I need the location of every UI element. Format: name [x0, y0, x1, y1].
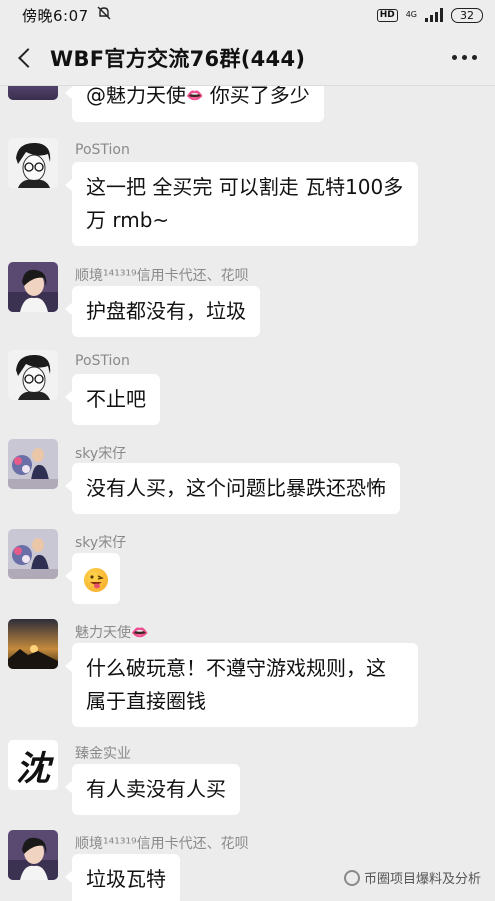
message-text: 这一把 全买完 可以割走 瓦特100多万 rmb~: [86, 175, 404, 232]
message-bubble[interactable]: 不止吧: [65, 374, 160, 425]
message-text: 什么破玩意！不遵守游戏规则，这属于直接圈钱: [86, 656, 386, 713]
message-text: 护盘都没有，垃圾: [86, 299, 246, 323]
chat-header: WBF官方交流76群(444): [0, 30, 495, 86]
avatar[interactable]: [8, 262, 58, 312]
battery-icon: 32: [451, 7, 483, 23]
watermark: 币圈项目爆料及分析: [343, 868, 481, 887]
status-bar: 傍晚6:07 HD 4G 32: [0, 0, 495, 30]
sender-name: 臻金实业: [75, 746, 131, 762]
message-text: @魅力天使: [86, 86, 186, 107]
message-bubble[interactable]: 有人卖没有人买: [65, 764, 240, 815]
message-bubble[interactable]: 护盘都没有，垃圾: [65, 286, 260, 337]
sender-name: 顺境¹⁴¹³¹⁹信用卡代还、花呗: [75, 836, 249, 852]
message-text-suffix: 你买了多少: [203, 86, 310, 107]
message-bubble[interactable]: @魅力天使👄 你买了多少: [65, 86, 324, 122]
avatar[interactable]: [8, 138, 58, 188]
message-bubble[interactable]: [65, 553, 120, 604]
kiss-lips-icon: 👄: [186, 88, 204, 104]
avatar-glyph: 沈: [16, 748, 50, 789]
message-text: 垃圾瓦特: [86, 867, 166, 891]
sender-name: sky宋仔: [75, 535, 127, 551]
status-time: 傍晚6:07: [22, 6, 89, 25]
avatar[interactable]: [8, 830, 58, 880]
message-text: 没有人买，这个问题比暴跌还恐怖: [86, 476, 386, 500]
avatar[interactable]: [8, 86, 58, 100]
avatar[interactable]: [8, 439, 58, 489]
avatar[interactable]: [8, 350, 58, 400]
avatar[interactable]: [8, 529, 58, 579]
avatar[interactable]: [8, 619, 58, 669]
sender-name-text: 魅力天使: [75, 625, 131, 641]
message-bubble[interactable]: 这一把 全买完 可以割走 瓦特100多万 rmb~: [65, 162, 418, 246]
avatar[interactable]: 沈: [8, 740, 58, 790]
kiss-lips-icon: 👄: [131, 625, 149, 641]
network-label: 4G: [405, 10, 417, 19]
hd-badge: HD: [376, 8, 398, 22]
message-bubble[interactable]: 垃圾瓦特: [65, 854, 180, 901]
signal-icon: [425, 8, 443, 22]
back-arrow-icon[interactable]: [14, 47, 36, 69]
watermark-text: 币圈项目爆料及分析: [363, 872, 481, 887]
sender-name: sky宋仔: [75, 446, 127, 462]
chat-title: WBF官方交流76群(444): [50, 46, 306, 71]
message-text: 不止吧: [86, 387, 146, 411]
sender-name: PoSTion: [75, 142, 130, 158]
sender-name: PoSTion: [75, 353, 130, 369]
message-bubble[interactable]: 什么破玩意！不遵守游戏规则，这属于直接圈钱: [65, 643, 418, 727]
message-text: 有人卖没有人买: [86, 777, 226, 801]
message-list[interactable]: @魅力天使👄 你买了多少 PoSTion 这一把 全买完 可以割走 瓦特100多…: [0, 86, 495, 901]
wechat-account-icon: [343, 869, 360, 886]
sender-name: 顺境¹⁴¹³¹⁹信用卡代还、花呗: [75, 268, 249, 284]
bell-off-icon: [97, 6, 111, 24]
silly-face-emoji-icon: [84, 567, 108, 592]
sender-name: 魅力天使👄: [75, 622, 148, 642]
message-bubble[interactable]: 没有人买，这个问题比暴跌还恐怖: [65, 463, 400, 514]
more-options-icon[interactable]: [452, 55, 477, 60]
